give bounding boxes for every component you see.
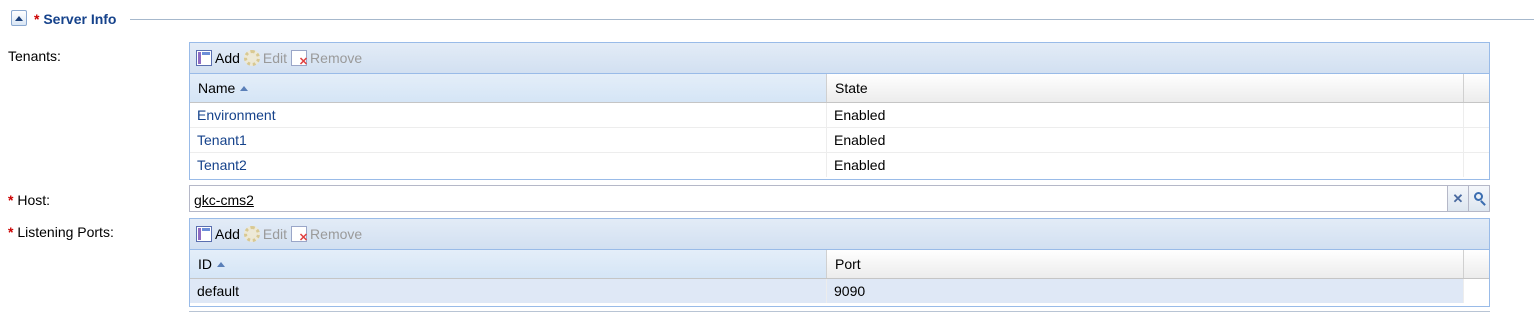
table-row[interactable]: Environment Enabled xyxy=(190,103,1489,128)
row-spacer xyxy=(1464,103,1489,127)
tenants-edit-button[interactable]: Edit xyxy=(243,47,288,69)
clear-button[interactable]: ✕ xyxy=(1447,186,1468,211)
ports-toolbar: Add Edit Remove xyxy=(190,219,1489,250)
column-header-name-label: Name xyxy=(198,80,236,96)
add-icon xyxy=(196,50,212,66)
port-id: default xyxy=(190,279,827,303)
ports-remove-button[interactable]: Remove xyxy=(291,223,362,245)
column-header-name[interactable]: Name xyxy=(190,74,827,102)
section-divider xyxy=(130,19,1534,20)
ports-grid: Add Edit Remove ID Port default 9090 xyxy=(189,218,1490,307)
column-header-spacer xyxy=(1464,74,1489,102)
column-header-state-label: State xyxy=(835,80,868,96)
section-title-text: Server Info xyxy=(43,11,117,27)
sort-ascending-icon xyxy=(217,262,225,267)
gear-icon xyxy=(243,226,260,242)
tenants-grid-header: Name State xyxy=(190,74,1489,103)
required-marker: * xyxy=(34,11,40,27)
listening-ports-label: * Listening Ports: xyxy=(8,223,114,241)
close-icon: ✕ xyxy=(1452,190,1464,206)
section-title: * Server Info xyxy=(34,10,116,28)
tenant-state: Enabled xyxy=(827,153,1464,177)
ports-edit-label: Edit xyxy=(262,226,288,242)
column-header-port[interactable]: Port xyxy=(827,250,1464,278)
table-row[interactable]: Tenant1 Enabled xyxy=(190,128,1489,153)
table-row[interactable]: Tenant2 Enabled xyxy=(190,153,1489,177)
remove-icon xyxy=(291,50,308,68)
bottom-divider xyxy=(189,311,1490,312)
port-number: 9090 xyxy=(827,279,1464,303)
tenant-name-link[interactable]: Tenant1 xyxy=(190,128,827,152)
host-field: ✕ xyxy=(189,185,1490,212)
search-button[interactable] xyxy=(1468,186,1489,211)
ports-grid-header: ID Port xyxy=(190,250,1489,279)
tenants-remove-label: Remove xyxy=(310,50,363,66)
tenant-state: Enabled xyxy=(827,103,1464,127)
column-header-state[interactable]: State xyxy=(827,74,1464,102)
search-icon xyxy=(1473,192,1483,201)
tenants-grid-body: Environment Enabled Tenant1 Enabled Tena… xyxy=(190,103,1489,177)
row-spacer xyxy=(1464,128,1489,152)
column-header-spacer xyxy=(1464,250,1489,278)
sort-ascending-icon xyxy=(240,86,249,91)
row-spacer xyxy=(1464,153,1489,177)
chevron-up-icon xyxy=(15,15,23,21)
tenants-edit-label: Edit xyxy=(262,50,288,66)
ports-add-button[interactable]: Add xyxy=(196,223,240,245)
row-spacer xyxy=(1464,279,1489,303)
required-marker: * xyxy=(8,192,14,208)
ports-remove-label: Remove xyxy=(310,226,363,242)
tenants-add-label: Add xyxy=(215,50,240,66)
host-label-text: Host: xyxy=(17,192,51,208)
host-input[interactable] xyxy=(190,186,1447,211)
listening-ports-label-text: Listening Ports: xyxy=(17,224,114,240)
remove-icon xyxy=(291,226,308,244)
tenants-add-button[interactable]: Add xyxy=(196,47,240,69)
tenants-toolbar: Add Edit Remove xyxy=(190,43,1489,74)
tenant-name-link[interactable]: Tenant2 xyxy=(190,153,827,177)
add-icon xyxy=(196,226,212,242)
tenants-label: Tenants: xyxy=(8,48,61,64)
ports-grid-body: default 9090 xyxy=(190,279,1489,303)
required-marker: * xyxy=(8,224,14,240)
tenant-name-link[interactable]: Environment xyxy=(190,103,827,127)
tenant-state: Enabled xyxy=(827,128,1464,152)
tenants-remove-button[interactable]: Remove xyxy=(291,47,362,69)
ports-add-label: Add xyxy=(215,226,240,242)
host-label: * Host: xyxy=(8,191,50,209)
column-header-id-label: ID xyxy=(198,256,212,272)
table-row[interactable]: default 9090 xyxy=(190,279,1489,303)
collapse-section-button[interactable] xyxy=(11,10,27,26)
gear-icon xyxy=(243,50,260,66)
column-header-port-label: Port xyxy=(835,256,861,272)
ports-edit-button[interactable]: Edit xyxy=(243,223,288,245)
tenants-grid: Add Edit Remove Name State Environment E… xyxy=(189,42,1490,180)
column-header-id[interactable]: ID xyxy=(190,250,827,278)
